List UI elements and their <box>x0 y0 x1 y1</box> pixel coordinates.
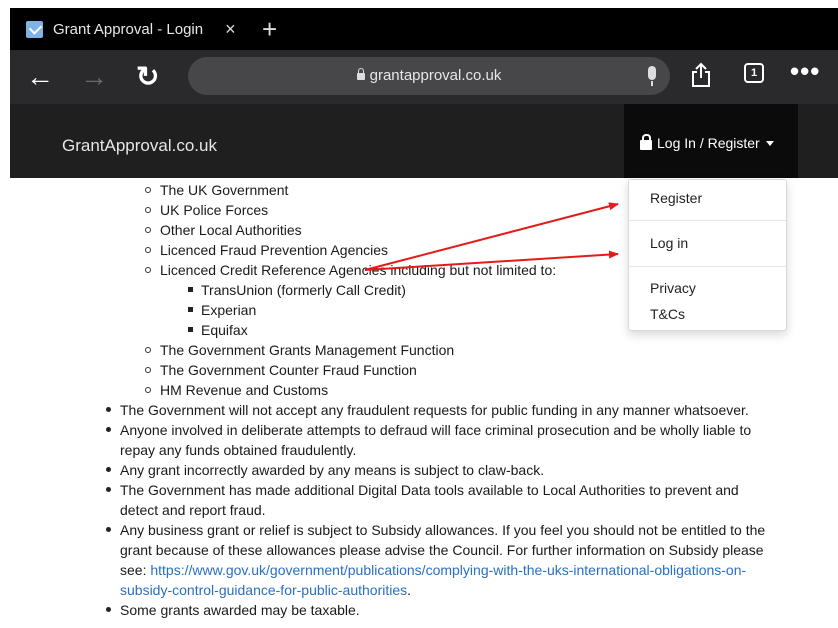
list-item: The Government will not accept any fraud… <box>106 400 749 420</box>
list-item: Any grant incorrectly awarded by any mea… <box>106 460 544 480</box>
list-item: Other Local Authorities <box>145 220 302 240</box>
list-item: The Government Counter Fraud Function <box>145 360 417 380</box>
list-item: HM Revenue and Customs <box>144 380 328 400</box>
login-dropdown-menu: Register Log in Privacy T&Cs <box>628 179 787 331</box>
reload-icon[interactable]: ↻ <box>136 62 159 92</box>
menu-item-terms[interactable]: T&Cs <box>650 306 685 322</box>
list-item: Any business grant or relief is subject … <box>106 520 765 540</box>
lock-icon <box>356 68 365 80</box>
microphone-icon[interactable] <box>648 66 656 86</box>
list-item: Licenced Credit Reference Agencies inclu… <box>144 260 556 280</box>
subsidy-guidance-link[interactable]: https://www.gov.uk/government/publicatio… <box>150 562 746 578</box>
list-item: Experian <box>188 300 256 320</box>
list-item: Licenced Fraud Prevention Agencies <box>144 240 388 260</box>
login-toggle-label: Log In / Register <box>657 135 760 151</box>
browser-toolbar: ← → ↻ grantapproval.co.uk 1 ••• <box>10 50 838 104</box>
tab-bar: Grant Approval - Login × + <box>10 8 838 50</box>
address-bar[interactable]: grantapproval.co.uk <box>188 57 670 95</box>
favicon-icon <box>26 20 43 38</box>
list-item: Anyone involved in deliberate attempts t… <box>106 420 751 440</box>
url-text: grantapproval.co.uk <box>369 67 502 84</box>
list-item: Some grants awarded may be taxable. <box>106 600 360 620</box>
share-icon[interactable] <box>690 62 712 88</box>
list-item: TransUnion (formerly Call Credit) <box>188 280 406 300</box>
list-item: Equifax <box>188 320 248 340</box>
site-header: GrantApproval.co.uk Log In / Register <box>10 104 838 178</box>
list-item-continuation: see: https://www.gov.uk/government/publi… <box>120 560 746 580</box>
menu-divider <box>629 266 786 267</box>
list-item: The Government has made additional Digit… <box>106 480 739 500</box>
url-display: grantapproval.co.uk <box>188 67 670 84</box>
tab-count-button[interactable]: 1 <box>744 63 764 83</box>
menu-item-register[interactable]: Register <box>650 190 702 206</box>
list-item: The UK Government <box>144 180 288 200</box>
padlock-icon <box>640 134 652 150</box>
caret-down-icon <box>765 140 774 146</box>
forward-icon[interactable]: → <box>80 62 108 92</box>
list-item-continuation: repay any funds obtained fraudulently. <box>120 442 357 458</box>
list-item-continuation: grant because of these allowances please… <box>120 542 764 558</box>
link-prefix: see: <box>120 562 151 578</box>
list-item-continuation: detect and report fraud. <box>120 502 266 518</box>
list-item-continuation: subsidy-control-guidance-for-public-auth… <box>120 580 411 600</box>
close-icon[interactable]: × <box>225 19 236 40</box>
list-item: The Government Grants Management Functio… <box>144 340 454 360</box>
menu-item-login[interactable]: Log in <box>650 235 688 251</box>
browser-tab[interactable]: Grant Approval - Login × <box>26 18 236 40</box>
login-register-toggle[interactable]: Log In / Register <box>624 104 798 178</box>
menu-item-privacy[interactable]: Privacy <box>650 280 696 296</box>
more-icon[interactable]: ••• <box>790 56 820 87</box>
tab-title: Grant Approval - Login <box>53 20 204 38</box>
link-suffix: . <box>407 582 412 598</box>
new-tab-icon[interactable]: + <box>262 14 277 45</box>
list-item: UK Police Forces <box>144 200 268 220</box>
site-brand[interactable]: GrantApproval.co.uk <box>62 136 217 156</box>
top-strip <box>0 0 838 8</box>
back-icon[interactable]: ← <box>26 62 54 92</box>
subsidy-guidance-link-cont[interactable]: subsidy-control-guidance-for-public-auth… <box>120 582 407 598</box>
menu-divider <box>629 220 786 221</box>
login-toggle-content: Log In / Register <box>640 134 774 151</box>
